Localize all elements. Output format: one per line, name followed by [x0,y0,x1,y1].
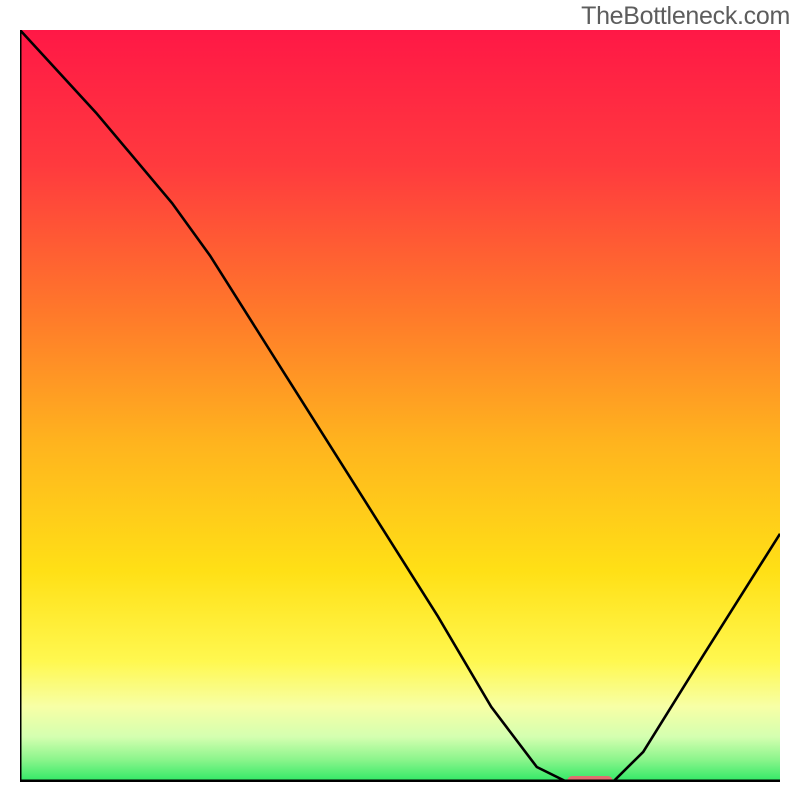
chart-svg [20,30,780,782]
gradient-background [20,30,780,782]
chart-container: TheBottleneck.com [0,0,800,800]
watermark-text: TheBottleneck.com [581,2,790,31]
plot-area [20,30,780,782]
